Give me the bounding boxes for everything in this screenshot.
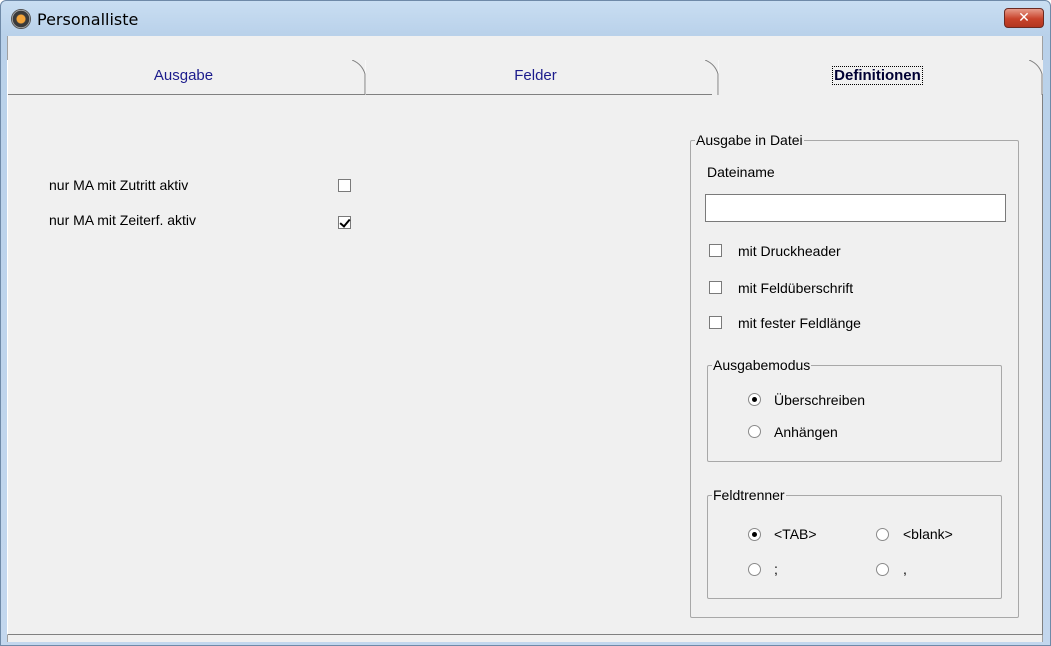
tab-strip: Ausgabe Felder Definitionen bbox=[7, 60, 1043, 95]
tab-divider bbox=[705, 60, 719, 95]
window-title: Personalliste bbox=[37, 10, 139, 29]
app-clock-icon bbox=[11, 9, 31, 29]
output-mode-group: Ausgabemodus bbox=[707, 357, 1002, 462]
druckheader-label: mit Druckheader bbox=[738, 243, 841, 259]
feste-feldlaenge-label: mit fester Feldlänge bbox=[738, 315, 861, 331]
feldueberschrift-checkbox[interactable] bbox=[709, 281, 722, 294]
feldueberschrift-label: mit Feldüberschrift bbox=[738, 280, 854, 296]
filename-label: Dateiname bbox=[707, 164, 775, 180]
druckheader-checkbox[interactable] bbox=[709, 244, 722, 257]
separator-semicolon-radio[interactable] bbox=[748, 563, 761, 576]
zeiterf-checkbox[interactable] bbox=[338, 216, 351, 229]
output-mode-legend: Ausgabemodus bbox=[713, 357, 811, 373]
separator-tab-label: <TAB> bbox=[774, 526, 817, 542]
zeiterf-label: nur MA mit Zeiterf. aktiv bbox=[49, 212, 197, 228]
filename-input[interactable] bbox=[705, 194, 1006, 222]
tab-label: Ausgabe bbox=[153, 67, 214, 84]
tab-divider bbox=[352, 60, 366, 95]
append-label: Anhängen bbox=[774, 424, 838, 440]
tab-label: Definitionen bbox=[832, 66, 923, 85]
close-button[interactable]: ✕ bbox=[1004, 8, 1044, 28]
tab-definitionen[interactable]: Definitionen bbox=[712, 60, 1043, 95]
tab-felder[interactable]: Felder bbox=[359, 60, 712, 95]
separator-group: Feldtrenner bbox=[707, 487, 1002, 599]
file-output-legend: Ausgabe in Datei bbox=[696, 132, 803, 148]
tab-divider bbox=[1029, 60, 1043, 95]
separator-comma-radio[interactable] bbox=[876, 563, 889, 576]
title-bar[interactable]: Personalliste ✕ bbox=[1, 1, 1050, 37]
separator-comma-label: , bbox=[903, 561, 907, 577]
tab-ausgabe[interactable]: Ausgabe bbox=[7, 60, 359, 95]
tab-label: Felder bbox=[514, 67, 557, 84]
separator-semicolon-label: ; bbox=[774, 561, 778, 577]
separator-tab-radio[interactable] bbox=[748, 528, 761, 541]
zutritt-label: nur MA mit Zutritt aktiv bbox=[49, 177, 189, 193]
overwrite-label: Überschreiben bbox=[774, 392, 866, 408]
separator-blank-radio[interactable] bbox=[876, 528, 889, 541]
append-radio[interactable] bbox=[748, 425, 761, 438]
feste-feldlaenge-checkbox[interactable] bbox=[709, 316, 722, 329]
separator-legend: Feldtrenner bbox=[713, 487, 785, 503]
overwrite-radio[interactable] bbox=[748, 393, 761, 406]
separator-blank-label: <blank> bbox=[903, 526, 953, 542]
zutritt-checkbox[interactable] bbox=[338, 179, 351, 192]
